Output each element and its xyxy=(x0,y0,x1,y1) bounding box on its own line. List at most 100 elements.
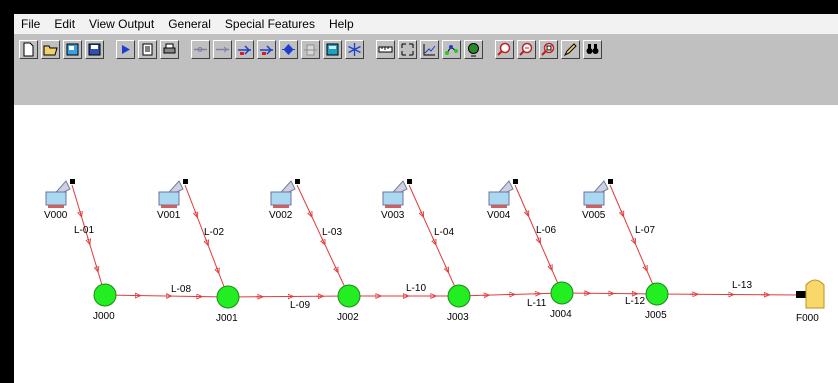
snowflake-icon xyxy=(348,42,361,56)
menu-bar: File Edit View Output General Special Featur… xyxy=(14,14,838,34)
feed-tank-node[interactable] xyxy=(796,279,825,309)
zoom-in-button[interactable] xyxy=(495,39,514,59)
menu-help[interactable]: Help xyxy=(322,14,361,34)
ruler-icon xyxy=(378,46,393,52)
pipe-l-12[interactable] xyxy=(561,293,658,294)
pipe-l-07[interactable] xyxy=(609,184,658,295)
junction-node[interactable] xyxy=(337,284,361,308)
screen-border: File Edit View Output General Special Featur… xyxy=(0,0,838,383)
reservoir-tank-icon xyxy=(488,191,510,206)
reservoir-valve-icon xyxy=(407,179,412,184)
reservoir-node[interactable] xyxy=(583,179,613,208)
pipe-l-08[interactable] xyxy=(104,295,229,297)
zoom-out-icon xyxy=(519,42,533,56)
menu-special-features[interactable]: Special Features xyxy=(218,14,322,34)
pipe-l-03[interactable] xyxy=(296,184,350,297)
menu-view-output[interactable]: View Output xyxy=(82,14,161,34)
reservoir-tank-icon xyxy=(583,191,605,206)
report-button[interactable] xyxy=(138,39,157,59)
pipe-label: L-09 xyxy=(290,300,310,311)
menu-general[interactable]: General xyxy=(161,14,218,34)
zoom-extents-button[interactable] xyxy=(398,39,417,59)
pipe-l-02[interactable] xyxy=(184,184,229,298)
reservoir-label: V000 xyxy=(44,210,68,221)
reservoir-valve-icon xyxy=(183,179,188,184)
new-file-button[interactable] xyxy=(19,39,38,59)
network-button[interactable] xyxy=(442,39,461,59)
add-pipe-icon xyxy=(194,46,207,52)
edit-pencil-button[interactable] xyxy=(561,39,580,59)
pipe-label: L-11 xyxy=(527,298,547,309)
reservoir-node[interactable] xyxy=(158,179,188,208)
print-icon xyxy=(163,43,176,53)
add-tank-button[interactable] xyxy=(301,39,320,59)
pipe-l-09[interactable] xyxy=(227,296,350,297)
add-tank-icon xyxy=(304,44,317,55)
globe-button[interactable] xyxy=(464,39,483,59)
app-window: File Edit View Output General Special Featur… xyxy=(14,14,838,383)
add-pipe-button[interactable] xyxy=(191,39,210,59)
pipe-label: L-12 xyxy=(625,296,645,307)
junction-label: J001 xyxy=(216,313,238,324)
junction-node[interactable] xyxy=(216,285,240,309)
network-canvas[interactable]: L-01 L-02 L-03 L-04 L-06 L-07 L-08 L-09 L-10 L-11… xyxy=(14,105,838,383)
open-folder-icon xyxy=(43,45,58,55)
pipe-l-13[interactable] xyxy=(656,294,801,295)
pipe-label: L-10 xyxy=(406,283,426,294)
pipe-l-11[interactable] xyxy=(458,293,563,296)
run-icon xyxy=(122,44,130,54)
snowflake-button[interactable] xyxy=(345,39,364,59)
network-diagram[interactable]: L-01 L-02 L-03 L-04 L-06 L-07 L-08 L-09 L-10 L-11… xyxy=(14,105,838,383)
report-icon xyxy=(142,43,153,55)
graph-button[interactable] xyxy=(420,39,439,59)
toolbar-area xyxy=(14,34,838,105)
find-icon xyxy=(586,43,599,54)
reservoir-node[interactable] xyxy=(270,179,300,208)
junction-node[interactable] xyxy=(550,281,574,305)
open-folder-button[interactable] xyxy=(41,39,60,59)
reservoir-valve-icon xyxy=(70,179,75,184)
reservoir-valve-icon xyxy=(513,179,518,184)
open-project-button[interactable] xyxy=(63,39,82,59)
reservoir-node[interactable] xyxy=(488,179,518,208)
print-button[interactable] xyxy=(160,39,179,59)
new-file-icon xyxy=(23,42,34,56)
pipe-label: L-03 xyxy=(322,227,342,238)
feed-tank-label: F000 xyxy=(796,313,819,324)
open-project-icon xyxy=(66,43,79,55)
zoom-window-button[interactable] xyxy=(539,39,558,59)
add-link-button[interactable] xyxy=(213,39,232,59)
add-valve-button[interactable] xyxy=(257,39,276,59)
zoom-in-icon xyxy=(497,42,511,56)
add-pump-button[interactable] xyxy=(235,39,254,59)
ruler-button[interactable] xyxy=(376,39,395,59)
zoom-out-button[interactable] xyxy=(517,39,536,59)
feed-valve-icon xyxy=(796,291,806,298)
reservoir-label: V005 xyxy=(582,210,606,221)
pipe-label: L-04 xyxy=(434,227,454,238)
reservoir-node[interactable] xyxy=(382,179,412,208)
menu-file[interactable]: File xyxy=(14,14,47,34)
add-junction-icon xyxy=(282,43,295,55)
calculator-button[interactable] xyxy=(323,39,342,59)
junction-node[interactable] xyxy=(93,283,117,307)
junction-label: J005 xyxy=(645,310,667,321)
run-button[interactable] xyxy=(116,39,135,59)
pipe-label: L-13 xyxy=(732,280,752,291)
menu-edit[interactable]: Edit xyxy=(47,14,82,34)
network-icon xyxy=(445,44,458,55)
save-button[interactable] xyxy=(85,39,104,59)
pipe-l-01[interactable] xyxy=(71,184,106,296)
junction-node[interactable] xyxy=(645,282,669,306)
reservoir-node[interactable] xyxy=(45,179,75,208)
find-button[interactable] xyxy=(583,39,602,59)
reservoir-tank-icon xyxy=(270,191,292,206)
pipe-l-04[interactable] xyxy=(408,184,460,297)
add-junction-button[interactable] xyxy=(279,39,298,59)
pipe-l-06[interactable] xyxy=(514,184,563,294)
reservoir-valve-icon xyxy=(295,179,300,184)
junction-label: J004 xyxy=(550,309,572,320)
reservoir-tank-icon xyxy=(45,191,67,206)
junction-node[interactable] xyxy=(447,284,471,308)
save-icon xyxy=(88,43,101,55)
